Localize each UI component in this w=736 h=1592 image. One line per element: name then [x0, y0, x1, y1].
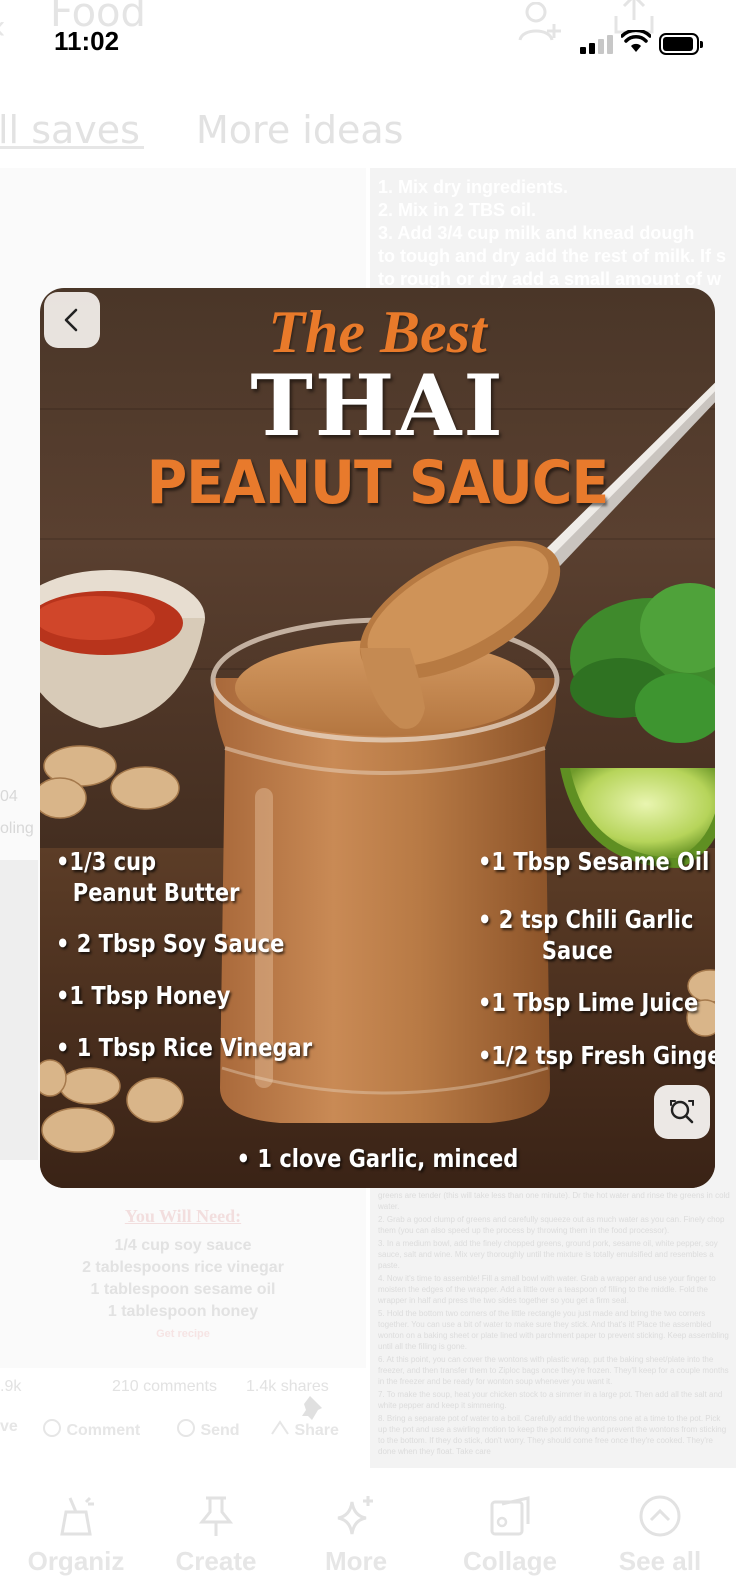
background-recipe-card: You Will Need: 1/4 cup soy sauce 2 table… [0, 1205, 366, 1365]
nav-label: Collage [463, 1546, 557, 1576]
lens-search-icon [670, 1100, 694, 1124]
step-line: 3. Add 3/4 cup milk and knead dough [378, 223, 695, 243]
nav-label: Organiz [27, 1546, 125, 1576]
sparkle-icon [337, 1496, 373, 1535]
step-line: to tough and dry add the rest of milk. I… [378, 246, 727, 266]
ingredient-text: •1/3 cup [56, 847, 157, 876]
ingredient-item: •1 Tbsp Lime Juice [478, 988, 699, 1017]
active-tab-underline [0, 146, 144, 149]
ingredient-item: • 2 Tbsp Soy Sauce [56, 929, 285, 958]
send-icon [177, 1419, 195, 1437]
ingredient-item: • 1 Tbsp Rice Vinegar [56, 1033, 313, 1062]
ingredient-text: Sauce [541, 936, 613, 965]
background-share-action: Share [270, 1418, 339, 1440]
nav-label: More [324, 1546, 388, 1576]
step-line: 1. Mix dry ingredients. [378, 177, 569, 197]
battery-icon [659, 33, 703, 55]
pin-title-thai: THAI [250, 356, 505, 455]
send-label: Send [200, 1422, 240, 1439]
instruction-step: 3. In a medium bowl, add the finely chop… [378, 1239, 718, 1270]
instruction-step: 7. To make the soup, heat your chicken s… [378, 1390, 723, 1410]
instruction-step: greens are tender (this will take less t… [378, 1191, 730, 1211]
bottom-toolbar: Organiz Create More Collage See all [0, 1488, 736, 1592]
ingredient-item: • 1 clove Garlic, minced [236, 1144, 519, 1173]
recipe-heading: You Will Need: [124, 1206, 242, 1226]
recipe-line: 1 tablespoon honey [107, 1303, 259, 1320]
recipe-line: 2 tablespoons rice vinegar [82, 1259, 284, 1276]
tab-more-ideas[interactable]: More ideas [196, 108, 403, 152]
collage-icon [490, 1496, 530, 1536]
share-icon [271, 1420, 289, 1435]
wifi-icon [620, 28, 652, 59]
recipe-line: 1 tablespoon sesame oil [90, 1281, 276, 1298]
chevron-up-circle-icon [639, 1495, 681, 1537]
ingredient-item: •1 Tbsp Sesame Oil [478, 847, 710, 876]
ghost-back-arrow-icon: ‹ [0, 8, 5, 47]
background-side-text: 04 [0, 788, 18, 805]
pin-title-peanut-sauce: PEANUT SAUCE [146, 448, 609, 518]
share-label: Share [294, 1422, 339, 1439]
cilantro [570, 583, 715, 743]
cellular-signal-icon [580, 34, 616, 54]
background-side-text: oling [0, 820, 34, 837]
chili-bowl [40, 570, 205, 728]
ghost-add-collaborator-icon [518, 1, 562, 47]
nav-label: Create [175, 1546, 257, 1576]
board-tabs: ll saves More ideas [0, 108, 736, 158]
back-button[interactable] [44, 292, 100, 348]
instruction-step: 6. At this point, you can cover the wont… [378, 1355, 729, 1386]
instruction-step: 8. Bring a separate pot of water to a bo… [378, 1414, 727, 1456]
ingredient-item: •1 Tbsp Honey [56, 981, 231, 1010]
visual-search-button[interactable] [654, 1085, 710, 1139]
instruction-step: 2. Grab a good clump of greens and caref… [378, 1215, 725, 1235]
step-line: 2. Mix in 2 TBS oil. [378, 200, 537, 220]
status-bar: ‹ Food 11:02 [0, 0, 736, 80]
background-comment-action: Comment [42, 1418, 140, 1440]
ingredient-item: • 2 tsp Chili Garlic Sauce [478, 904, 693, 966]
recipe-link: Get recipe [156, 1328, 210, 1340]
pin-icon [198, 1496, 234, 1536]
comment-label: Comment [66, 1422, 141, 1439]
ingredient-text: Peanut Butter [72, 878, 240, 907]
instruction-step: 4. Now it's time to assemble! Fill a sma… [378, 1274, 716, 1305]
ingredient-item: •1/2 tsp Fresh Ginger [478, 1041, 715, 1070]
pin-image-card[interactable]: The Best THAI PEANUT SAUCE •1/3 cup Pean… [40, 288, 715, 1188]
instruction-step: 5. Hold the bottom two corners of the li… [378, 1309, 729, 1351]
background-comment-count: 210 comments [112, 1378, 217, 1395]
background-instructions: greens are tender (this will take less t… [378, 1190, 730, 1480]
background-side-image [0, 860, 38, 1160]
nav-label: See all [618, 1546, 702, 1576]
background-recipe-steps: 1. Mix dry ingredients. 2. Mix in 2 TBS … [378, 176, 736, 296]
comment-icon [43, 1419, 61, 1437]
background-send-action: Send [176, 1418, 240, 1440]
background-save-count: .9k [0, 1378, 22, 1395]
ingredient-text: • 2 tsp Chili Garlic [478, 905, 694, 934]
ingredient-item: •1/3 cup Peanut Butter [56, 846, 239, 908]
recipe-line: 1/4 cup soy sauce [114, 1237, 252, 1254]
organize-icon [60, 1496, 94, 1536]
status-time: 11:02 [54, 26, 120, 56]
background-save-action: ve [0, 1418, 18, 1435]
chevron-left-icon [64, 308, 78, 332]
